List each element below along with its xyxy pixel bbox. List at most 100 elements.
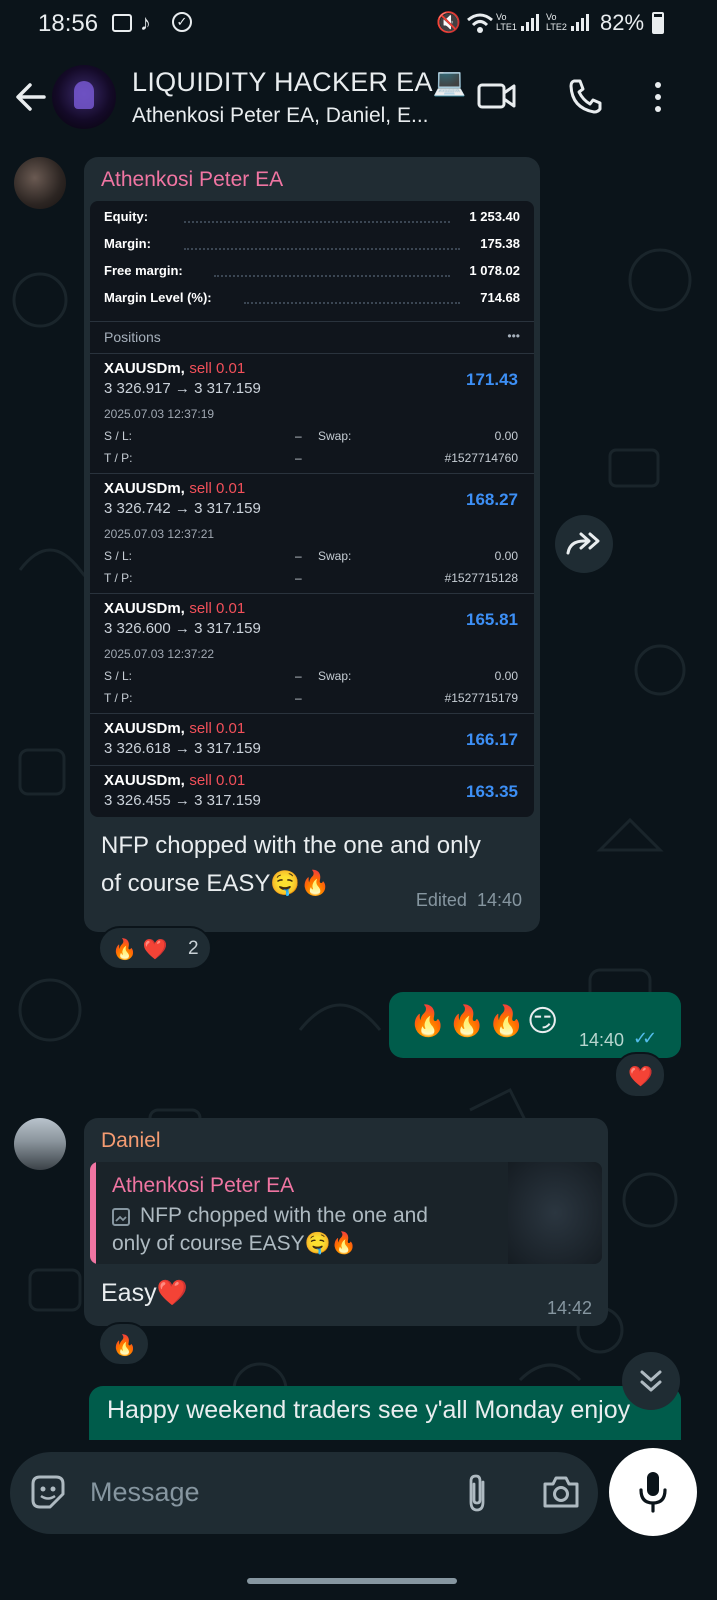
position-row[interactable]: XAUUSDm, sell 0.01 3 326.455 → 3 317.159… <box>90 765 534 817</box>
account-value: 714.68 <box>480 290 520 305</box>
position-swap-value: 0.00 <box>494 549 518 563</box>
position-side: sell 0.01 <box>189 600 246 617</box>
back-arrow-icon[interactable] <box>14 80 48 114</box>
quoted-text-line-1: NFP chopped with the one and <box>140 1204 428 1227</box>
camera-icon[interactable] <box>541 1474 581 1510</box>
message-text: Happy weekend traders see y'all Monday e… <box>107 1396 631 1424</box>
account-row-margin-level: Margin Level (%): 714.68 <box>104 290 520 312</box>
positions-more-icon[interactable]: ••• <box>507 329 520 343</box>
position-prices: 3 326.917 → 3 317.159 <box>104 380 261 397</box>
position-prices: 3 326.742 → 3 317.159 <box>104 500 261 517</box>
message-input-bar[interactable]: Message <box>10 1452 598 1534</box>
message-caption-line-2: of course EASY🤤🔥 <box>101 870 331 897</box>
message-bubble-outgoing-partial[interactable]: Happy weekend traders see y'all Monday e… <box>89 1386 681 1440</box>
read-ticks-icon: ✓✓ <box>633 1028 657 1048</box>
group-members[interactable]: Athenkosi Peter EA, Daniel, E... <box>132 104 452 128</box>
chat-header: LIQUIDITY HACKER EA💻 Athenkosi Peter EA,… <box>0 48 717 150</box>
account-value: 1 253.40 <box>469 209 520 224</box>
position-prices: 3 326.618 → 3 317.159 <box>104 740 261 757</box>
position-side: sell 0.01 <box>189 360 246 377</box>
account-value: 1 078.02 <box>469 263 520 278</box>
outgoing-emojis: 🔥🔥🔥😏 <box>409 1005 561 1038</box>
reaction-pill-third[interactable]: 🔥 <box>98 1322 150 1366</box>
position-side: sell 0.01 <box>189 720 246 737</box>
quoted-text-line-2: only of course EASY🤤🔥 <box>112 1232 357 1255</box>
position-row[interactable]: XAUUSDm, sell 0.01 3 326.600 → 3 317.159… <box>90 593 534 713</box>
reaction-emoji: 🔥 <box>112 1335 137 1357</box>
position-symbol: XAUUSDm, <box>104 360 185 377</box>
message-bubble-athenkosi[interactable]: Athenkosi Peter EA Equity: 1 253.40 Marg… <box>84 157 540 932</box>
scroll-to-bottom-button[interactable] <box>622 1352 680 1410</box>
attach-icon[interactable] <box>464 1472 490 1514</box>
position-swap-label: Swap: <box>318 549 352 563</box>
position-symbol: XAUUSDm, <box>104 600 185 617</box>
positions-label: Positions <box>104 329 161 345</box>
position-tp-value: – <box>295 451 302 465</box>
position-sl-label: S / L: <box>104 549 133 563</box>
position-profit: 166.17 <box>466 730 518 749</box>
gallery-icon <box>112 14 132 32</box>
check-circle-icon: ✓ <box>172 12 192 32</box>
account-row-margin: Margin: 175.38 <box>104 236 520 258</box>
sticker-icon[interactable] <box>28 1472 68 1512</box>
reaction-count: 2 <box>188 938 199 959</box>
message-bubble-outgoing[interactable]: 🔥🔥🔥😏 14:40 ✓✓ <box>389 992 681 1058</box>
position-prices: 3 326.455 → 3 317.159 <box>104 792 261 809</box>
positions-header: Positions ••• <box>104 329 520 351</box>
position-side: sell 0.01 <box>189 772 246 789</box>
reaction-pill-second[interactable]: ❤️ <box>614 1052 666 1098</box>
position-date: 2025.07.03 12:37:19 <box>104 407 215 421</box>
gesture-nav-bar[interactable] <box>247 1578 457 1584</box>
status-bar: 18:56 ♪ ✓ 🔇 Vo LTE1 Vo LTE2 82% <box>0 0 717 48</box>
hacker-figure-icon <box>74 81 94 109</box>
battery-percent: 82% <box>600 10 645 35</box>
message-meta: Edited 14:40 <box>415 890 522 910</box>
position-row[interactable]: XAUUSDm, sell 0.01 3 326.618 → 3 317.159… <box>90 713 534 765</box>
position-profit: 163.35 <box>466 782 518 801</box>
message-input[interactable]: Message <box>90 1477 200 1508</box>
account-label: Equity: <box>104 209 149 224</box>
sender-avatar-daniel[interactable] <box>14 1118 66 1170</box>
reaction-pill-first[interactable]: 🔥 ❤️ 2 <box>98 926 212 970</box>
trading-screenshot[interactable]: Equity: 1 253.40 Margin: 175.38 Free mar… <box>90 201 534 817</box>
message-sender: Daniel <box>101 1129 161 1152</box>
voice-message-button[interactable] <box>609 1448 697 1536</box>
group-title[interactable]: LIQUIDITY HACKER EA💻 <box>132 66 467 98</box>
position-tp-label: T / P: <box>104 571 133 585</box>
microphone-icon <box>639 1472 667 1513</box>
voice-call-icon[interactable] <box>568 78 602 114</box>
position-tp-value: – <box>295 571 302 585</box>
account-row-equity: Equity: 1 253.40 <box>104 209 520 231</box>
message-sender: Athenkosi Peter EA <box>101 168 284 191</box>
video-call-icon[interactable] <box>477 80 517 112</box>
double-chevron-down-icon <box>640 1370 662 1392</box>
quoted-sender: Athenkosi Peter EA <box>112 1174 295 1197</box>
image-icon <box>112 1208 130 1226</box>
position-swap-label: Swap: <box>318 669 352 683</box>
position-ticket: #1527715128 <box>444 571 518 585</box>
forward-button[interactable] <box>555 515 613 573</box>
position-row[interactable]: XAUUSDm, sell 0.01 3 326.742 → 3 317.159… <box>90 473 534 593</box>
tiktok-icon: ♪ <box>140 10 151 35</box>
sender-avatar-athenkosi[interactable] <box>14 157 66 209</box>
position-sl-label: S / L: <box>104 669 133 683</box>
quoted-message[interactable]: Athenkosi Peter EA NFP chopped with the … <box>90 1162 602 1264</box>
position-symbol: XAUUSDm, <box>104 480 185 497</box>
position-ticket: #1527715179 <box>444 691 518 705</box>
position-swap-label: Swap: <box>318 429 352 443</box>
account-label: Free margin: <box>104 263 183 278</box>
position-swap-value: 0.00 <box>494 669 518 683</box>
account-label: Margin: <box>104 236 151 251</box>
group-avatar[interactable] <box>52 65 116 129</box>
position-date: 2025.07.03 12:37:22 <box>104 647 215 661</box>
signal-1-icon <box>521 14 539 31</box>
position-tp-label: T / P: <box>104 451 133 465</box>
position-profit: 168.27 <box>466 490 518 509</box>
position-swap-value: 0.00 <box>494 429 518 443</box>
outgoing-time: 14:40 <box>579 1030 625 1050</box>
position-ticket: #1527714760 <box>444 451 518 465</box>
message-text: Easy❤️ <box>101 1279 188 1307</box>
more-options-icon[interactable] <box>654 82 662 116</box>
message-bubble-daniel[interactable]: Daniel Athenkosi Peter EA NFP chopped wi… <box>84 1118 608 1326</box>
position-row[interactable]: XAUUSDm, sell 0.01 3 326.917 → 3 317.159… <box>90 353 534 473</box>
